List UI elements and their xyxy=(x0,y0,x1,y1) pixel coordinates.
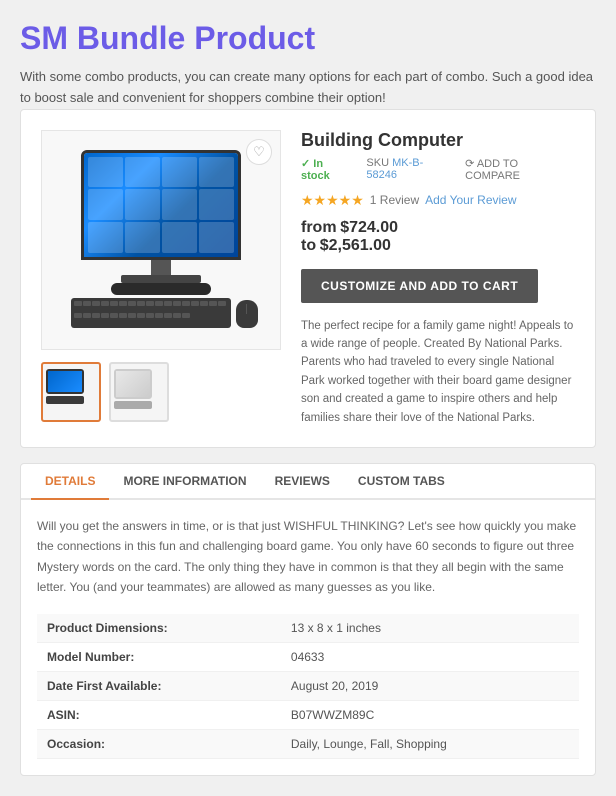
soundbar xyxy=(111,283,211,295)
tabs-section: DETAILS MORE INFORMATION REVIEWS CUSTOM … xyxy=(20,463,596,776)
tabs-navigation: DETAILS MORE INFORMATION REVIEWS CUSTOM … xyxy=(21,464,595,500)
spec-label: Date First Available: xyxy=(37,671,281,700)
spec-row: Occasion: Daily, Lounge, Fall, Shopping xyxy=(37,729,579,758)
thumbnail-2[interactable] xyxy=(109,362,169,422)
customize-add-to-cart-button[interactable]: CUSTOMIZE AND ADD TO CART xyxy=(301,269,538,303)
spec-label: ASIN: xyxy=(37,700,281,729)
tab-details[interactable]: DETAILS xyxy=(31,464,109,500)
spec-value: 04633 xyxy=(281,642,579,671)
tab-more-information[interactable]: MORE INFORMATION xyxy=(109,464,260,500)
spec-value: B07WWZM89C xyxy=(281,700,579,729)
spec-label: Occasion: xyxy=(37,729,281,758)
monitor-stand xyxy=(151,260,171,275)
spec-row: Model Number: 04633 xyxy=(37,642,579,671)
spec-value: Daily, Lounge, Fall, Shopping xyxy=(281,729,579,758)
star-rating: ★★★★★ xyxy=(301,192,364,209)
price-to-value: $2,561.00 xyxy=(320,237,391,254)
sku-label: SKU MK-B-58246 xyxy=(366,157,453,181)
product-main-layout: ♡ xyxy=(41,130,575,427)
product-main-image: ♡ xyxy=(41,130,281,350)
price-from-label: from xyxy=(301,219,337,236)
price-to-label: to xyxy=(301,237,316,254)
price-from: from $724.00 xyxy=(301,219,575,237)
product-card: ♡ xyxy=(20,109,596,448)
in-stock-badge: In stock xyxy=(301,157,354,182)
reviews-count: 1 Review xyxy=(370,193,419,207)
thumbnail-1[interactable] xyxy=(41,362,101,422)
specs-table: Product Dimensions: 13 x 8 x 1 inches Mo… xyxy=(37,614,579,759)
price-section: from $724.00 to $2,561.00 xyxy=(301,219,575,255)
tab-details-text: Will you get the answers in time, or is … xyxy=(37,516,579,598)
tab-custom-tabs[interactable]: CUSTOM TABS xyxy=(344,464,459,500)
tab-reviews[interactable]: REVIEWS xyxy=(261,464,344,500)
reviews-section: ★★★★★ 1 Review Add Your Review xyxy=(301,192,575,209)
monitor-display xyxy=(81,150,241,260)
keyboard xyxy=(71,298,231,328)
spec-row: Product Dimensions: 13 x 8 x 1 inches xyxy=(37,614,579,643)
spec-label: Product Dimensions: xyxy=(37,614,281,643)
thumbnail-gallery xyxy=(41,362,281,422)
price-to: to $2,561.00 xyxy=(301,237,575,255)
spec-label: Model Number: xyxy=(37,642,281,671)
mouse xyxy=(236,300,258,328)
product-meta: In stock SKU MK-B-58246 ADD TO COMPARE xyxy=(301,157,575,182)
product-details: Building Computer In stock SKU MK-B-5824… xyxy=(301,130,575,427)
compare-button[interactable]: ADD TO COMPARE xyxy=(465,157,575,182)
monitor-base xyxy=(121,275,201,283)
spec-value: 13 x 8 x 1 inches xyxy=(281,614,579,643)
spec-row: ASIN: B07WWZM89C xyxy=(37,700,579,729)
add-review-link[interactable]: Add Your Review xyxy=(425,193,516,207)
monitor-screen xyxy=(84,153,238,257)
spec-row: Date First Available: August 20, 2019 xyxy=(37,671,579,700)
computer-illustration xyxy=(61,150,261,330)
page-title: SM Bundle Product xyxy=(20,20,596,57)
page-description: With some combo products, you can create… xyxy=(20,67,596,109)
page-header: SM Bundle Product With some combo produc… xyxy=(20,20,596,109)
spec-value: August 20, 2019 xyxy=(281,671,579,700)
product-name: Building Computer xyxy=(301,130,575,151)
product-description-text: The perfect recipe for a family game nig… xyxy=(301,317,575,427)
product-image-section: ♡ xyxy=(41,130,281,427)
price-from-value: $724.00 xyxy=(340,219,398,236)
tab-content-details: Will you get the answers in time, or is … xyxy=(21,500,595,775)
